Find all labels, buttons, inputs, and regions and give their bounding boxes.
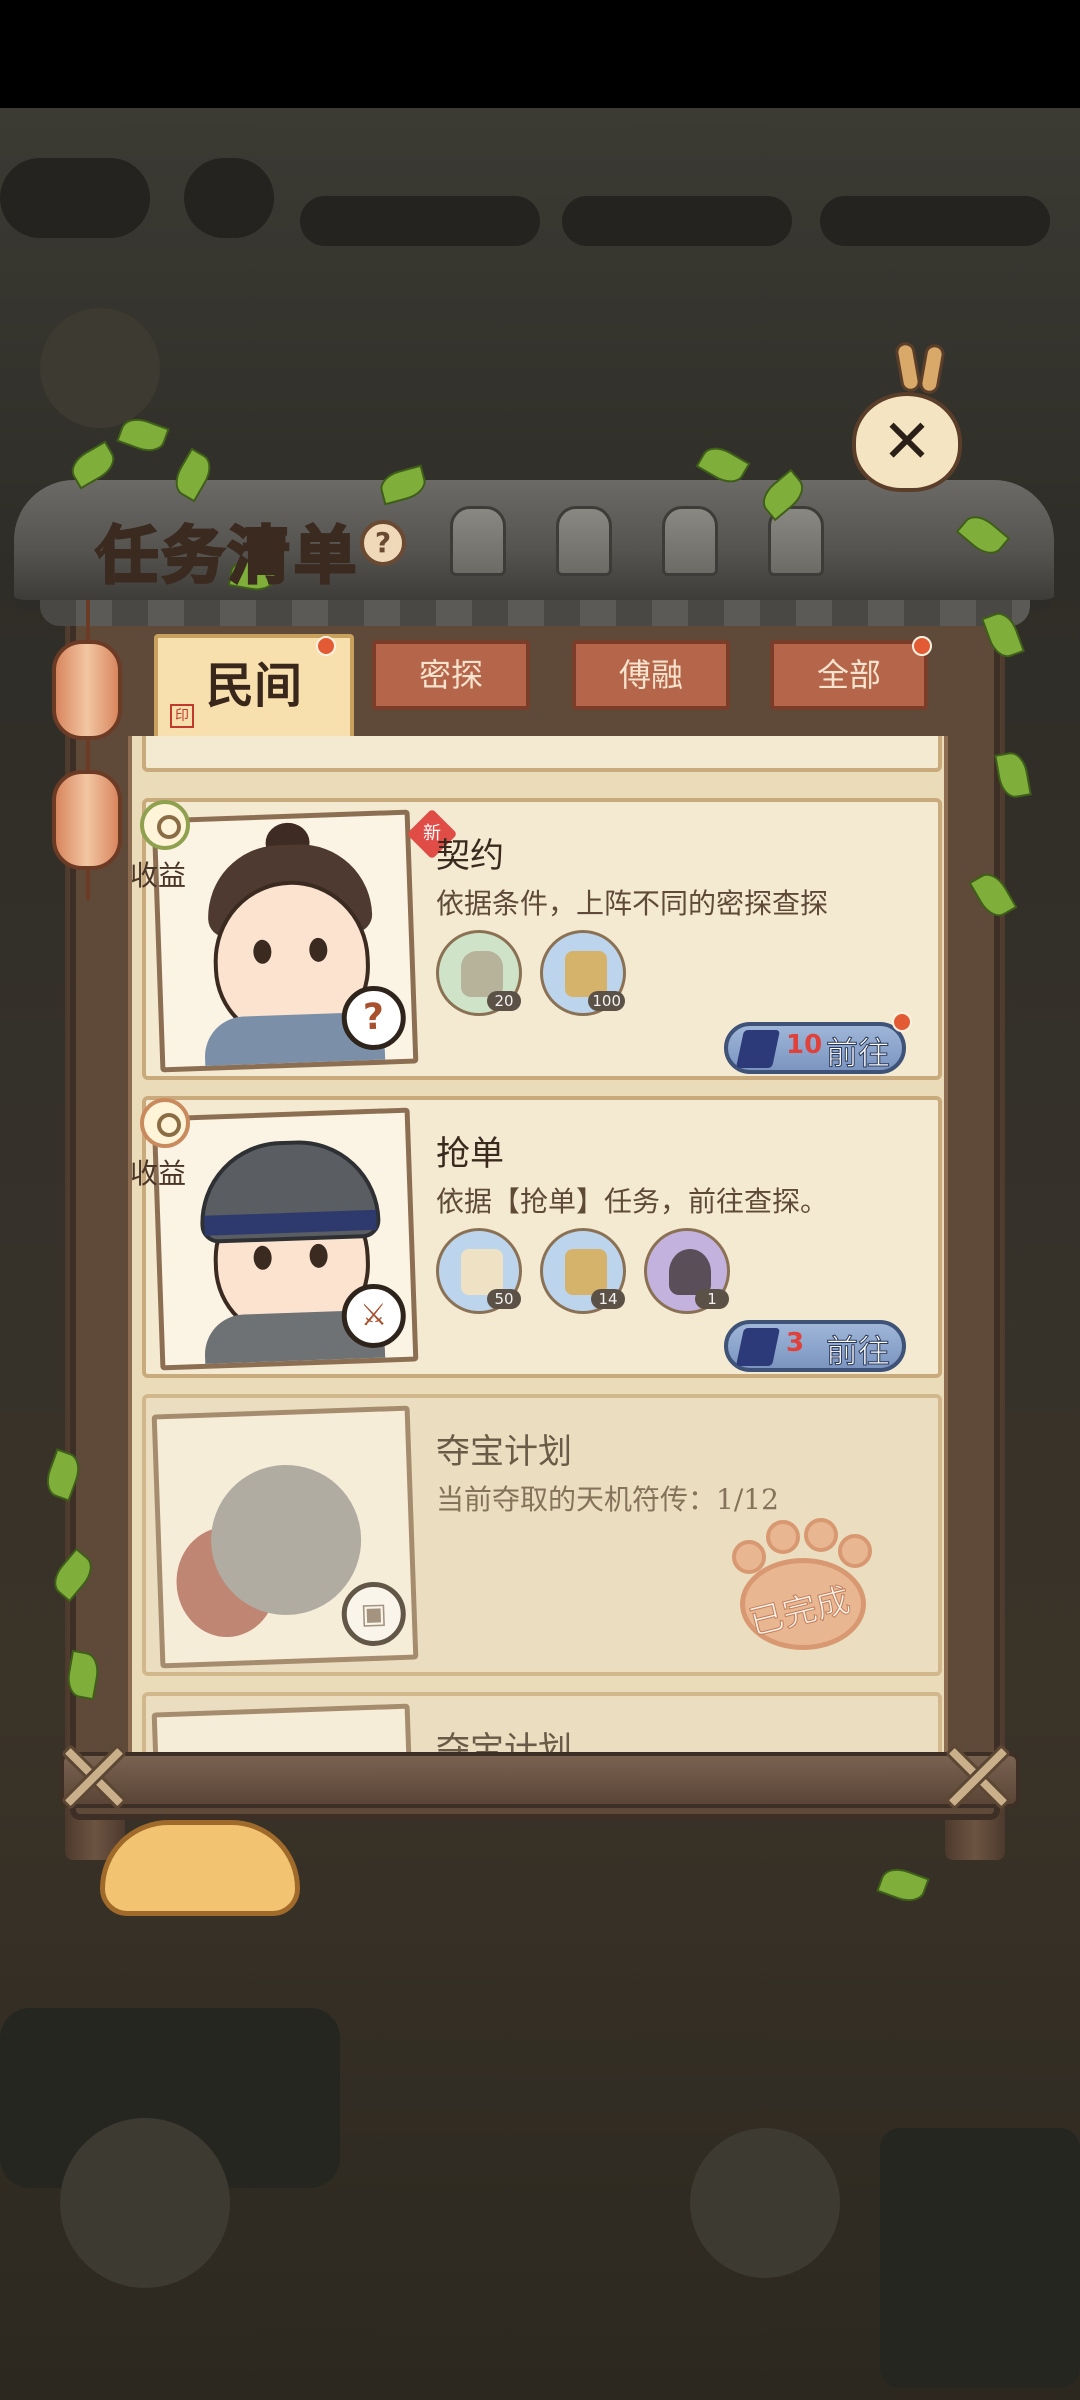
lantern [52,640,122,740]
task-card-treasure-plan-partial: 夺宝计划 [142,1692,942,1752]
reward-wine-jar-icon[interactable]: 20 [436,930,522,1016]
roof-tile [662,506,718,576]
task-card-treasure-plan: ▣ 夺宝计划 当前夺取的天机符传：1/12 已完成 [142,1394,942,1676]
lantern [52,770,122,870]
chest-bubble-icon: ▣ [340,1580,407,1648]
income-icon [140,800,190,850]
close-button[interactable]: ✕ [852,392,962,492]
task-card-partial [142,736,942,772]
go-button[interactable]: 10 前往 [724,1022,906,1074]
task-card-grab-order: ⚔ 收益 抢单 依据【抢单】任务，前往查探。 50 14 1 3 前往 [132,1096,942,1378]
paw-toe [766,1520,800,1554]
reward-quantity: 100 [588,991,625,1011]
task-title: 夺宝计划 [436,1432,572,1472]
bg-building [880,2128,1080,2388]
tab-all[interactable]: 全部 [770,640,928,710]
hud-bar-3 [820,196,1050,246]
reward-quantity: 14 [591,1289,625,1309]
character-portrait: ? [151,809,419,1073]
tab-mitan[interactable]: 密探 [372,640,530,710]
reward-quantity: 1 [695,1289,729,1309]
task-title: 契约 [436,836,504,876]
reward-quantity: 50 [487,1289,521,1309]
task-description: 依据条件，上阵不同的密探查探 [436,887,829,920]
status-bar [0,0,1080,108]
go-button-label: 前往 [825,1332,891,1371]
roof-tile [556,506,612,576]
go-button-label: 前往 [825,1034,891,1073]
help-button[interactable]: ? [360,520,406,566]
task-card-contract: ? 收益 新 契约 依据条件，上阵不同的密探查探 20 100 10 前往 [132,798,942,1080]
bg-button [690,2128,840,2278]
character-portrait [151,1703,419,1752]
reward-bronze-ding-icon[interactable]: 14 [540,1228,626,1314]
hud-bar-2 [562,196,792,246]
hud-avatar [184,158,274,238]
sleeping-cat-decor [100,1820,300,1916]
task-list[interactable]: ? 收益 新 契约 依据条件，上阵不同的密探查探 20 100 10 前往 ⚔ … [128,736,948,1752]
task-title: 夺宝计划 [436,1730,572,1752]
bg-character [40,308,160,428]
hud-resource-pill [0,158,150,238]
income-icon [140,1098,190,1148]
seal-icon: 印 [170,704,194,728]
income-label: 收益 [130,859,187,892]
roof-eave [40,600,1030,626]
bg-button [60,2118,230,2288]
go-button[interactable]: 3 前往 [724,1320,906,1372]
hud-bar-1 [300,196,540,246]
tab-furong[interactable]: 傅融 [572,640,730,710]
reward-incense-icon[interactable]: 1 [644,1228,730,1314]
tab-all-notify-dot [912,636,932,656]
tab-minjian-notify-dot [316,636,336,656]
cost-value: 10 [786,1030,823,1060]
character-portrait: ▣ [151,1405,419,1669]
task-description: 当前夺取的天机符传：1/12 [436,1483,779,1516]
task-title: 抢单 [436,1134,504,1174]
income-label: 收益 [130,1157,187,1190]
task-description: 依据【抢单】任务，前往查探。 [436,1185,829,1218]
reward-quantity: 20 [487,991,521,1011]
go-notify-dot [892,1012,912,1032]
reward-scroll-icon[interactable]: 50 [436,1228,522,1314]
token-icon [735,1328,781,1366]
roof-tile [450,506,506,576]
token-icon [735,1030,781,1068]
completed-paw-stamp: 已完成 [726,1518,876,1658]
paw-toe [804,1518,838,1552]
reward-bronze-ding-icon[interactable]: 100 [540,930,626,1016]
character-portrait: ⚔ [151,1107,419,1371]
cost-value: 3 [786,1328,805,1358]
board-bottom-beam [60,1752,1020,1808]
panel-title: 任务清单 [94,518,361,594]
paw-toe [838,1534,872,1568]
